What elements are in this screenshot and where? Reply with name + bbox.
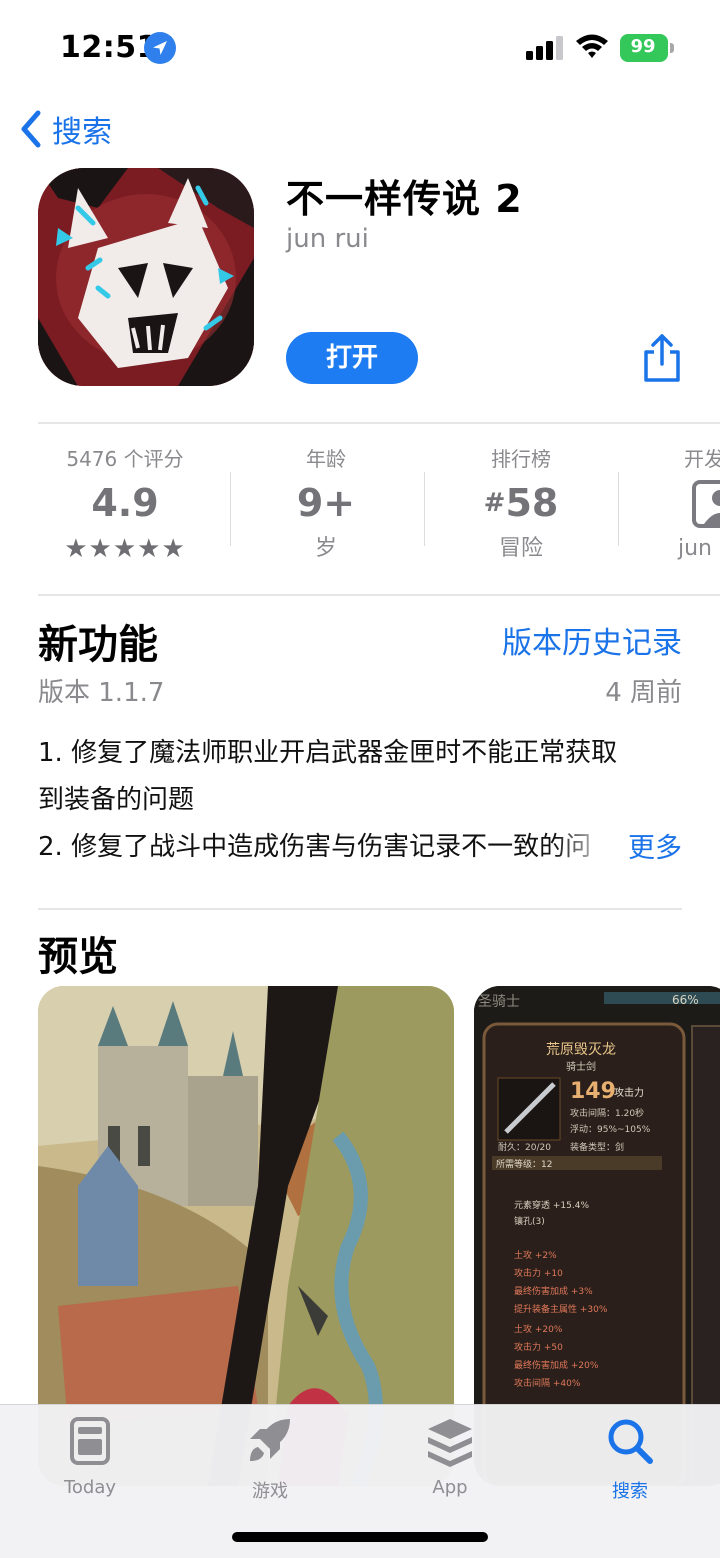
- header-divider: [38, 422, 720, 424]
- info-separator: [618, 472, 619, 546]
- ratings-count: 5476 个评分: [66, 447, 184, 471]
- tab-apps-label: App: [432, 1477, 468, 1498]
- preview-title: 预览: [38, 934, 118, 980]
- release-note-line: 到装备的问题: [38, 785, 195, 815]
- more-link[interactable]: 更多: [622, 826, 682, 865]
- shot2-attr: 最终伤害加成 +20%: [514, 1359, 599, 1371]
- tab-games[interactable]: 游戏: [210, 1415, 330, 1503]
- shot2-attr: 土攻 +2%: [514, 1249, 557, 1261]
- cellular-signal-icon: [526, 36, 564, 60]
- age-info[interactable]: 年龄 9+ 岁: [231, 444, 421, 566]
- version-history-link[interactable]: 版本历史记录: [502, 618, 682, 662]
- shot2-attack-value: 149: [570, 1079, 616, 1104]
- shot2-attr: 提升装备主属性 +30%: [514, 1303, 608, 1315]
- release-note-line: 1. 修复了魔法师职业开启武器金匣时不能正常获取: [38, 738, 618, 768]
- wifi-icon: [574, 32, 610, 60]
- battery-level: 99: [630, 36, 656, 57]
- chart-hash: #: [483, 488, 506, 518]
- open-button[interactable]: 打开: [286, 332, 418, 384]
- whats-new-title: 新功能: [38, 622, 158, 668]
- shot2-durability: 耐久：20/20: [498, 1141, 551, 1153]
- release-notes: 1. 修复了魔法师职业开启武器金匣时不能正常获取 到装备的问题 2. 修复了战斗…: [38, 730, 682, 871]
- chart-info[interactable]: 排行榜 #58 冒险: [426, 444, 616, 566]
- app-icon: [38, 168, 254, 386]
- shot2-attr: 攻击力 +50: [514, 1341, 563, 1353]
- shot2-percent: 66%: [672, 993, 699, 1007]
- age-sub: 岁: [314, 536, 337, 561]
- age-value: 9+: [296, 481, 356, 525]
- app-title: 不一样传说 2: [286, 177, 523, 221]
- home-indicator[interactable]: [232, 1532, 488, 1542]
- developer-sub: jun: [678, 536, 712, 561]
- shot2-attr: 镶孔(3): [514, 1215, 545, 1227]
- release-note-line: 2. 修复了战斗中造成伤害与伤害记录不一致的问: [38, 832, 592, 862]
- shot2-equip-type: 装备类型：剑: [570, 1141, 624, 1153]
- shot2-attr: 元素穿透 +15.4%: [514, 1199, 589, 1211]
- tab-apps[interactable]: App: [390, 1415, 510, 1498]
- today-icon: [70, 1417, 110, 1465]
- shot2-interval: 攻击间隔：1.20秒: [570, 1107, 644, 1119]
- shot2-item-name: 荒原毁灭龙: [546, 1042, 616, 1058]
- rating-value: 4.9: [91, 481, 159, 525]
- shot2-top-label: 圣骑士: [478, 994, 520, 1010]
- notes-divider: [38, 908, 682, 910]
- battery-charging-icon: 99: [620, 34, 674, 62]
- version-date: 4 周前: [605, 678, 682, 708]
- chart-label: 排行榜: [491, 447, 551, 471]
- age-label: 年龄: [306, 447, 346, 471]
- developer-label: 开发: [684, 447, 720, 471]
- tab-today[interactable]: Today: [30, 1415, 150, 1498]
- info-divider: [38, 594, 720, 596]
- tab-search[interactable]: 搜索: [570, 1415, 690, 1503]
- share-icon: [644, 334, 680, 382]
- version-label: 版本 1.1.7: [38, 678, 165, 708]
- tab-games-label: 游戏: [252, 1481, 288, 1502]
- status-bar: 12:51 99: [0, 0, 720, 96]
- info-separator: [424, 472, 425, 546]
- tab-search-label: 搜索: [612, 1481, 648, 1502]
- developer-info[interactable]: 开发 jun: [620, 444, 720, 566]
- shot2-attr: 土攻 +20%: [514, 1323, 563, 1335]
- chart-category: 冒险: [498, 536, 543, 561]
- back-button[interactable]: 搜索: [14, 104, 112, 154]
- chevron-left-icon: [21, 110, 41, 148]
- shot2-item-type: 骑士剑: [566, 1060, 596, 1073]
- rocket-icon: [250, 1419, 290, 1461]
- shot2-attr: 攻击力 +10: [514, 1267, 563, 1279]
- layers-icon: [428, 1419, 472, 1467]
- tab-today-label: Today: [63, 1477, 117, 1498]
- shot2-attr: 攻击间隔 +40%: [514, 1377, 581, 1389]
- share-button[interactable]: [640, 332, 684, 384]
- app-developer[interactable]: jun rui: [286, 224, 369, 254]
- shot2-attr: 最终伤害加成 +3%: [514, 1285, 593, 1297]
- search-icon: [608, 1419, 653, 1464]
- shot2-attack-label: 攻击力: [614, 1086, 644, 1099]
- ratings-info[interactable]: 5476 个评分 4.9 ★★★★★: [30, 444, 220, 566]
- location-arrow-icon: [144, 32, 176, 64]
- chart-rank-number: 58: [505, 481, 559, 525]
- shot2-req-level: 所需等级：12: [496, 1158, 552, 1170]
- rating-stars: ★★★★★: [64, 534, 186, 564]
- person-icon: [692, 480, 720, 528]
- back-label: 搜索: [52, 115, 112, 150]
- shot2-float: 浮动：95%~105%: [570, 1123, 651, 1135]
- chart-rank: #58: [426, 474, 616, 532]
